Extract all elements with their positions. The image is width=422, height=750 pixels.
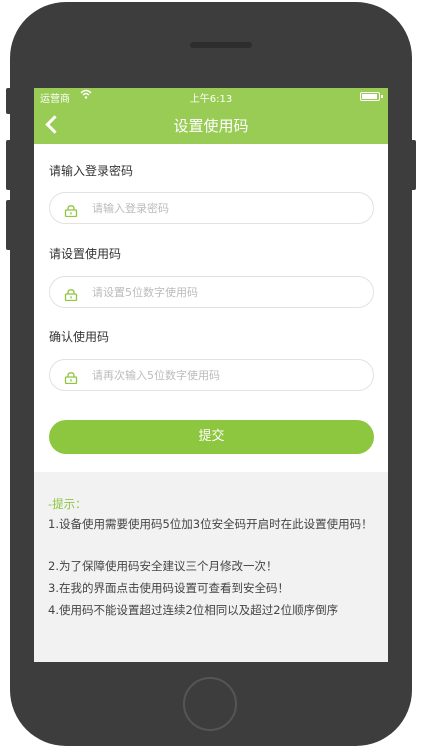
login-password-input[interactable] <box>92 197 362 219</box>
navigation-bar: 设置使用码 <box>34 104 388 144</box>
confirm-code-field[interactable] <box>49 359 374 391</box>
login-password-label: 请输入登录密码 <box>49 164 134 178</box>
lock-icon <box>64 369 78 385</box>
set-code-input[interactable] <box>92 281 362 303</box>
tip-item: 3.在我的界面点击使用码设置可查看到安全码！ <box>48 581 289 595</box>
lock-icon <box>64 286 78 302</box>
mute-switch <box>6 88 12 114</box>
lock-icon <box>64 202 78 218</box>
volume-down-button <box>6 200 12 250</box>
tips-panel: -提示： 1.设备使用需要使用码5位加3位安全码开启时在此设置使用码！ 2.为了… <box>34 472 388 662</box>
home-button[interactable] <box>183 677 237 731</box>
set-code-field[interactable] <box>49 276 374 308</box>
page-title: 设置使用码 <box>173 117 249 135</box>
tips-title: -提示： <box>48 497 87 511</box>
status-bar: 运营商 上午6:13 <box>34 88 388 105</box>
tip-item: 1.设备使用需要使用码5位加3位安全码开启时在此设置使用码！ <box>48 517 373 531</box>
confirm-code-label: 确认使用码 <box>49 330 110 344</box>
tip-item: 4.使用码不能设置超过连续2位相同以及超过2位顺序倒序 <box>48 603 339 617</box>
set-code-label: 请设置使用码 <box>49 247 122 261</box>
battery-icon <box>360 92 383 101</box>
speaker <box>190 42 252 48</box>
power-button <box>410 140 416 190</box>
submit-button[interactable]: 提交 <box>49 420 374 454</box>
volume-up-button <box>6 140 12 190</box>
tip-item: 2.为了保障使用码安全建议三个月修改一次！ <box>48 559 278 573</box>
confirm-code-input[interactable] <box>92 364 362 386</box>
login-password-field[interactable] <box>49 192 374 224</box>
status-time: 上午6:13 <box>189 94 233 105</box>
app-screen: 运营商 上午6:13 设置使用码 请输入登录密码 请设置使用码 确认使用码 提交… <box>34 88 388 662</box>
